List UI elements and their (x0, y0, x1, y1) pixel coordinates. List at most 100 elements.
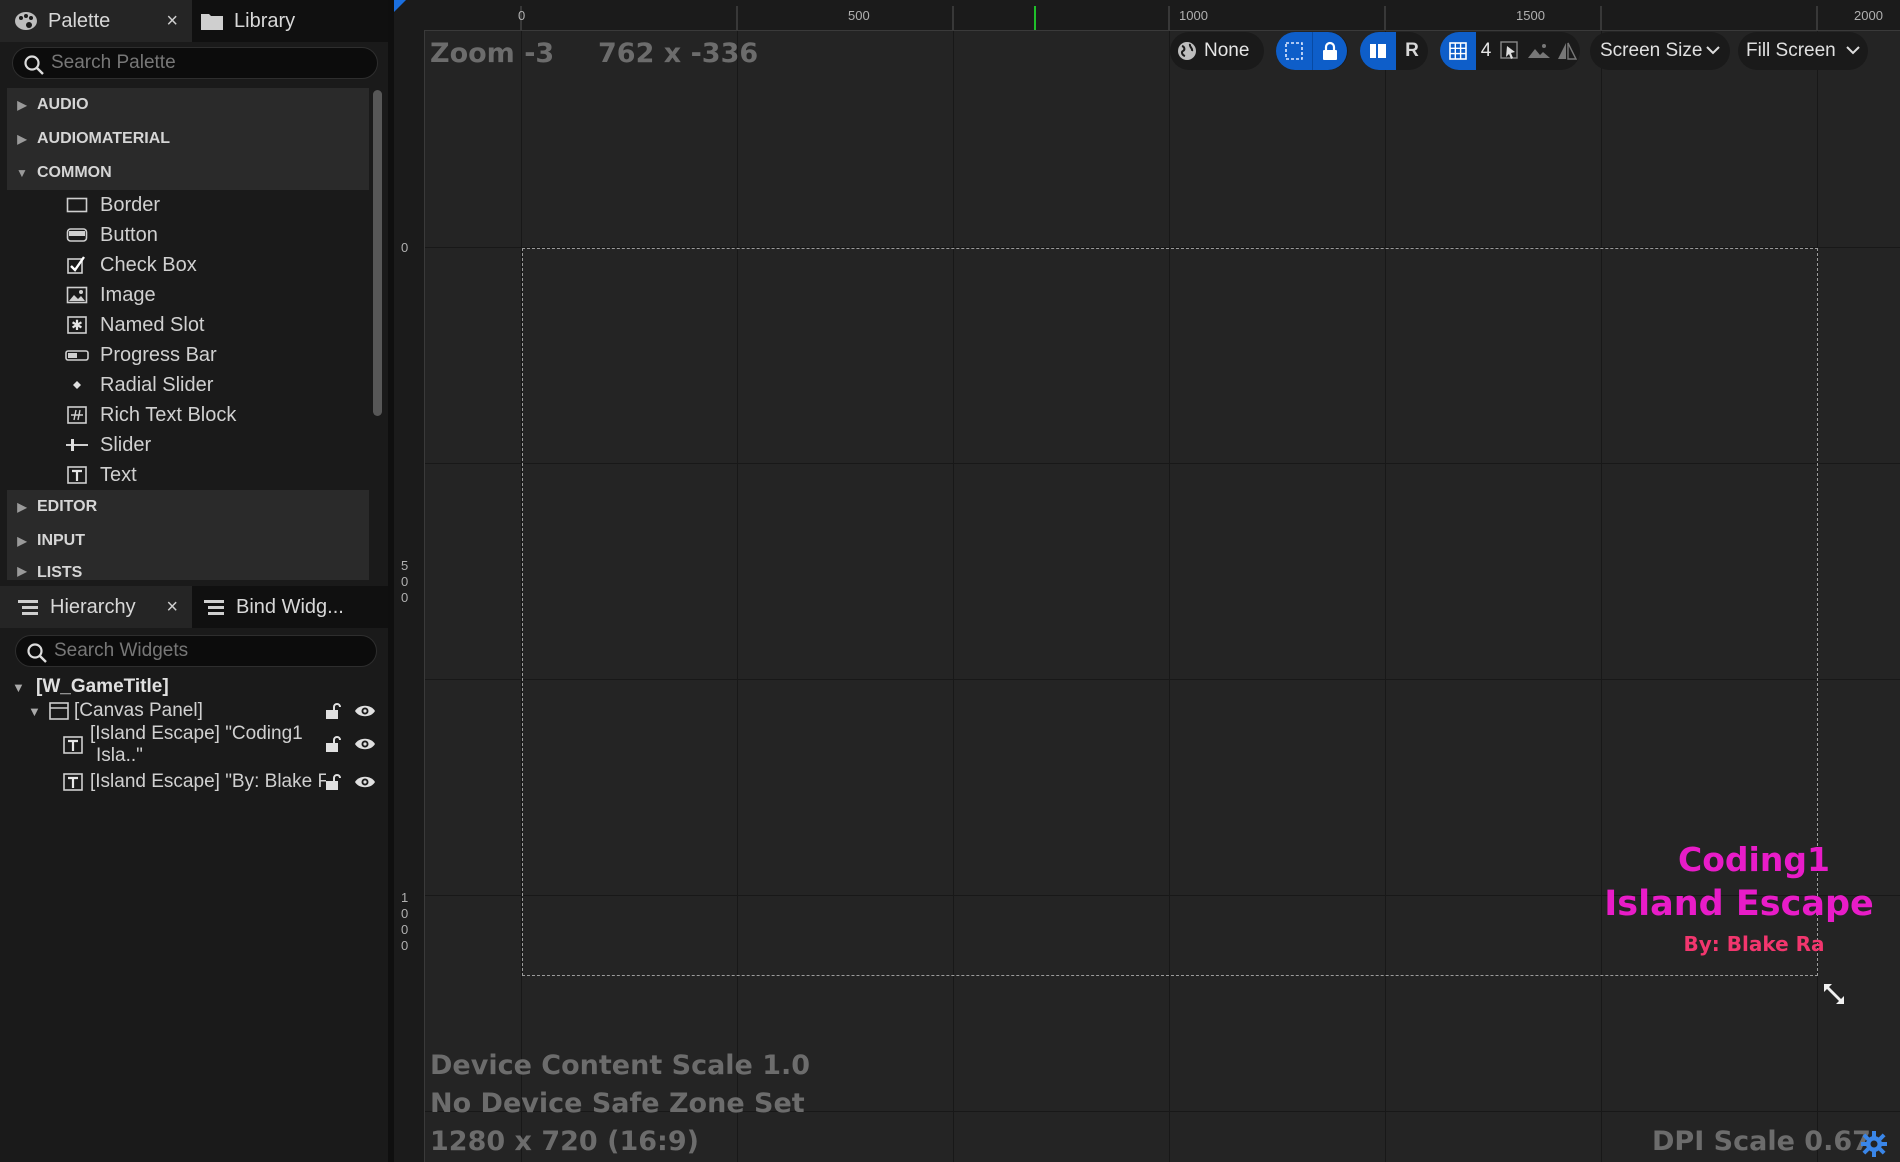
tree-row-label: [W_GameTitle] (36, 676, 169, 697)
named-slot-icon: ✱ (65, 314, 89, 336)
palette-item-label: Named Slot (100, 313, 205, 336)
chevron-down-icon: ▼ (12, 679, 25, 695)
button-icon (65, 224, 89, 246)
palette-icon (14, 11, 38, 31)
chevron-right-icon: ▶ (17, 534, 27, 548)
tree-row-text-title[interactable]: [Island Escape] "Coding1 Isla.." (62, 723, 384, 769)
palette-item-label: Progress Bar (100, 343, 217, 366)
category-editor[interactable]: ▶ EDITOR (7, 490, 369, 524)
tree-row-label-cont: Isla.." (96, 745, 143, 766)
category-audio[interactable]: ▶ AUDIO (7, 88, 369, 122)
palette-scrollbar[interactable] (373, 90, 382, 416)
flip-icon[interactable] (1554, 32, 1580, 70)
ruler-label: 500 (848, 8, 870, 23)
image-preview-icon[interactable] (1524, 32, 1554, 70)
text-icon (62, 735, 90, 755)
category-lists[interactable]: ▶ LISTS (7, 558, 369, 580)
title-text-island-escape[interactable]: Island Escape (1584, 884, 1894, 924)
category-common[interactable]: ▼ COMMON (7, 156, 369, 190)
localization-preview-button[interactable]: None (1170, 32, 1264, 70)
eye-icon[interactable] (354, 736, 376, 752)
ruler-label: 1500 (1516, 8, 1545, 23)
tab-library[interactable]: Library (200, 0, 380, 42)
tab-hierarchy[interactable]: Hierarchy × (0, 586, 192, 628)
marquee-select-icon[interactable] (1276, 32, 1312, 70)
close-icon[interactable]: × (166, 10, 178, 33)
text-icon (65, 464, 89, 486)
layout-icon[interactable] (1360, 32, 1396, 70)
unlock-icon[interactable] (324, 702, 342, 720)
palette-item-button[interactable]: Button (7, 220, 369, 250)
palette-item-slider[interactable]: Slider (7, 430, 369, 460)
category-label: LISTS (37, 564, 83, 580)
tab-hierarchy-label: Hierarchy (50, 595, 136, 618)
cursor-select-icon[interactable] (1496, 32, 1524, 70)
unlock-icon[interactable] (324, 735, 342, 753)
eye-icon[interactable] (354, 774, 376, 790)
border-icon (65, 194, 89, 216)
slider-icon (65, 434, 89, 456)
fill-screen-label: Fill Screen (1746, 40, 1836, 61)
respect-locks-tools: R (1360, 32, 1428, 70)
ruler-label: 1 0 0 0 (401, 890, 409, 953)
hierarchy-search-placeholder: Search Widgets (54, 640, 189, 661)
category-label: INPUT (37, 532, 85, 549)
tree-row-label: [Island Escape] "By: Blake F (90, 771, 326, 792)
gear-icon[interactable] (1860, 1130, 1888, 1162)
palette-item-image[interactable]: Image (7, 280, 369, 310)
palette-item-rich-text[interactable]: Rich Text Block (7, 400, 369, 430)
close-icon[interactable]: × (166, 596, 178, 619)
eye-icon[interactable] (354, 703, 376, 719)
palette-item-border[interactable]: Border (7, 190, 369, 220)
lock-icon[interactable] (1312, 32, 1347, 70)
ruler-label: 0 (518, 8, 526, 23)
progress-bar-icon (65, 344, 89, 366)
hierarchy-search-input[interactable]: Search Widgets (15, 635, 377, 667)
palette-item-label: Radial Slider (100, 373, 214, 396)
palette-item-label: Slider (100, 433, 152, 456)
ruler-label: 0 (401, 240, 409, 255)
palette-item-checkbox[interactable]: Check Box (7, 250, 369, 280)
palette-item-label: Rich Text Block (100, 403, 237, 426)
palette-item-progress-bar[interactable]: Progress Bar (7, 340, 369, 370)
palette-item-radial-slider[interactable]: Radial Slider (7, 370, 369, 400)
tree-row-label: [Island Escape] "Coding1 (90, 723, 303, 744)
tree-row-root[interactable]: ▼ [W_GameTitle] (12, 675, 169, 699)
byline-text[interactable]: By: Blake Ra (1634, 932, 1874, 956)
category-label: EDITOR (37, 498, 98, 515)
text-icon (62, 772, 90, 792)
image-icon (65, 284, 89, 306)
palette-search-input[interactable]: Search Palette (12, 47, 378, 79)
palette-item-label: Text (100, 463, 137, 486)
device-content-scale: Device Content Scale 1.0 (430, 1050, 811, 1081)
tab-palette[interactable]: Palette × (0, 0, 192, 42)
grid-snap-value[interactable]: 4 (1476, 32, 1496, 70)
tree-row-text-byline[interactable]: [Island Escape] "By: Blake F (62, 770, 384, 794)
resize-handle-icon[interactable] (1820, 980, 1850, 1015)
hierarchy-tabbar: Hierarchy × Bind Widg... (0, 586, 388, 628)
chevron-right-icon: ▶ (17, 98, 27, 112)
category-label: AUDIOMATERIAL (37, 130, 171, 147)
category-input[interactable]: ▶ INPUT (7, 524, 369, 558)
search-icon (24, 55, 44, 75)
vertical-ruler: 0 5 0 0 1 0 0 0 (394, 30, 425, 1162)
fill-screen-dropdown[interactable]: Fill Screen (1738, 32, 1868, 70)
palette-item-label: Image (100, 283, 156, 306)
chevron-right-icon: ▶ (17, 500, 27, 514)
chevron-right-icon: ▶ (17, 564, 27, 578)
screen-size-dropdown[interactable]: Screen Size (1590, 32, 1730, 70)
tree-row-canvas-panel[interactable]: ▼ [Canvas Panel] (28, 699, 384, 723)
title-text-coding1[interactable]: Coding1 (1634, 840, 1874, 879)
ruler-label: 1000 (1179, 8, 1208, 23)
designer-viewport[interactable]: 0 500 1000 1500 2000 0 5 0 0 1 0 0 0 Zoo… (394, 0, 1900, 1162)
tab-bind-widgets-label: Bind Widg... (236, 595, 344, 618)
unlock-icon[interactable] (324, 773, 342, 791)
grid-icon[interactable] (1440, 32, 1476, 70)
respect-locks-button[interactable]: R (1396, 32, 1428, 70)
category-audiomaterial[interactable]: ▶ AUDIOMATERIAL (7, 122, 369, 156)
palette-item-text[interactable]: Text (7, 460, 369, 490)
chevron-down-icon: ▼ (28, 703, 41, 719)
palette-item-named-slot[interactable]: ✱ Named Slot (7, 310, 369, 340)
tab-bind-widgets[interactable]: Bind Widg... (202, 586, 382, 628)
palette-item-label: Check Box (100, 253, 197, 276)
